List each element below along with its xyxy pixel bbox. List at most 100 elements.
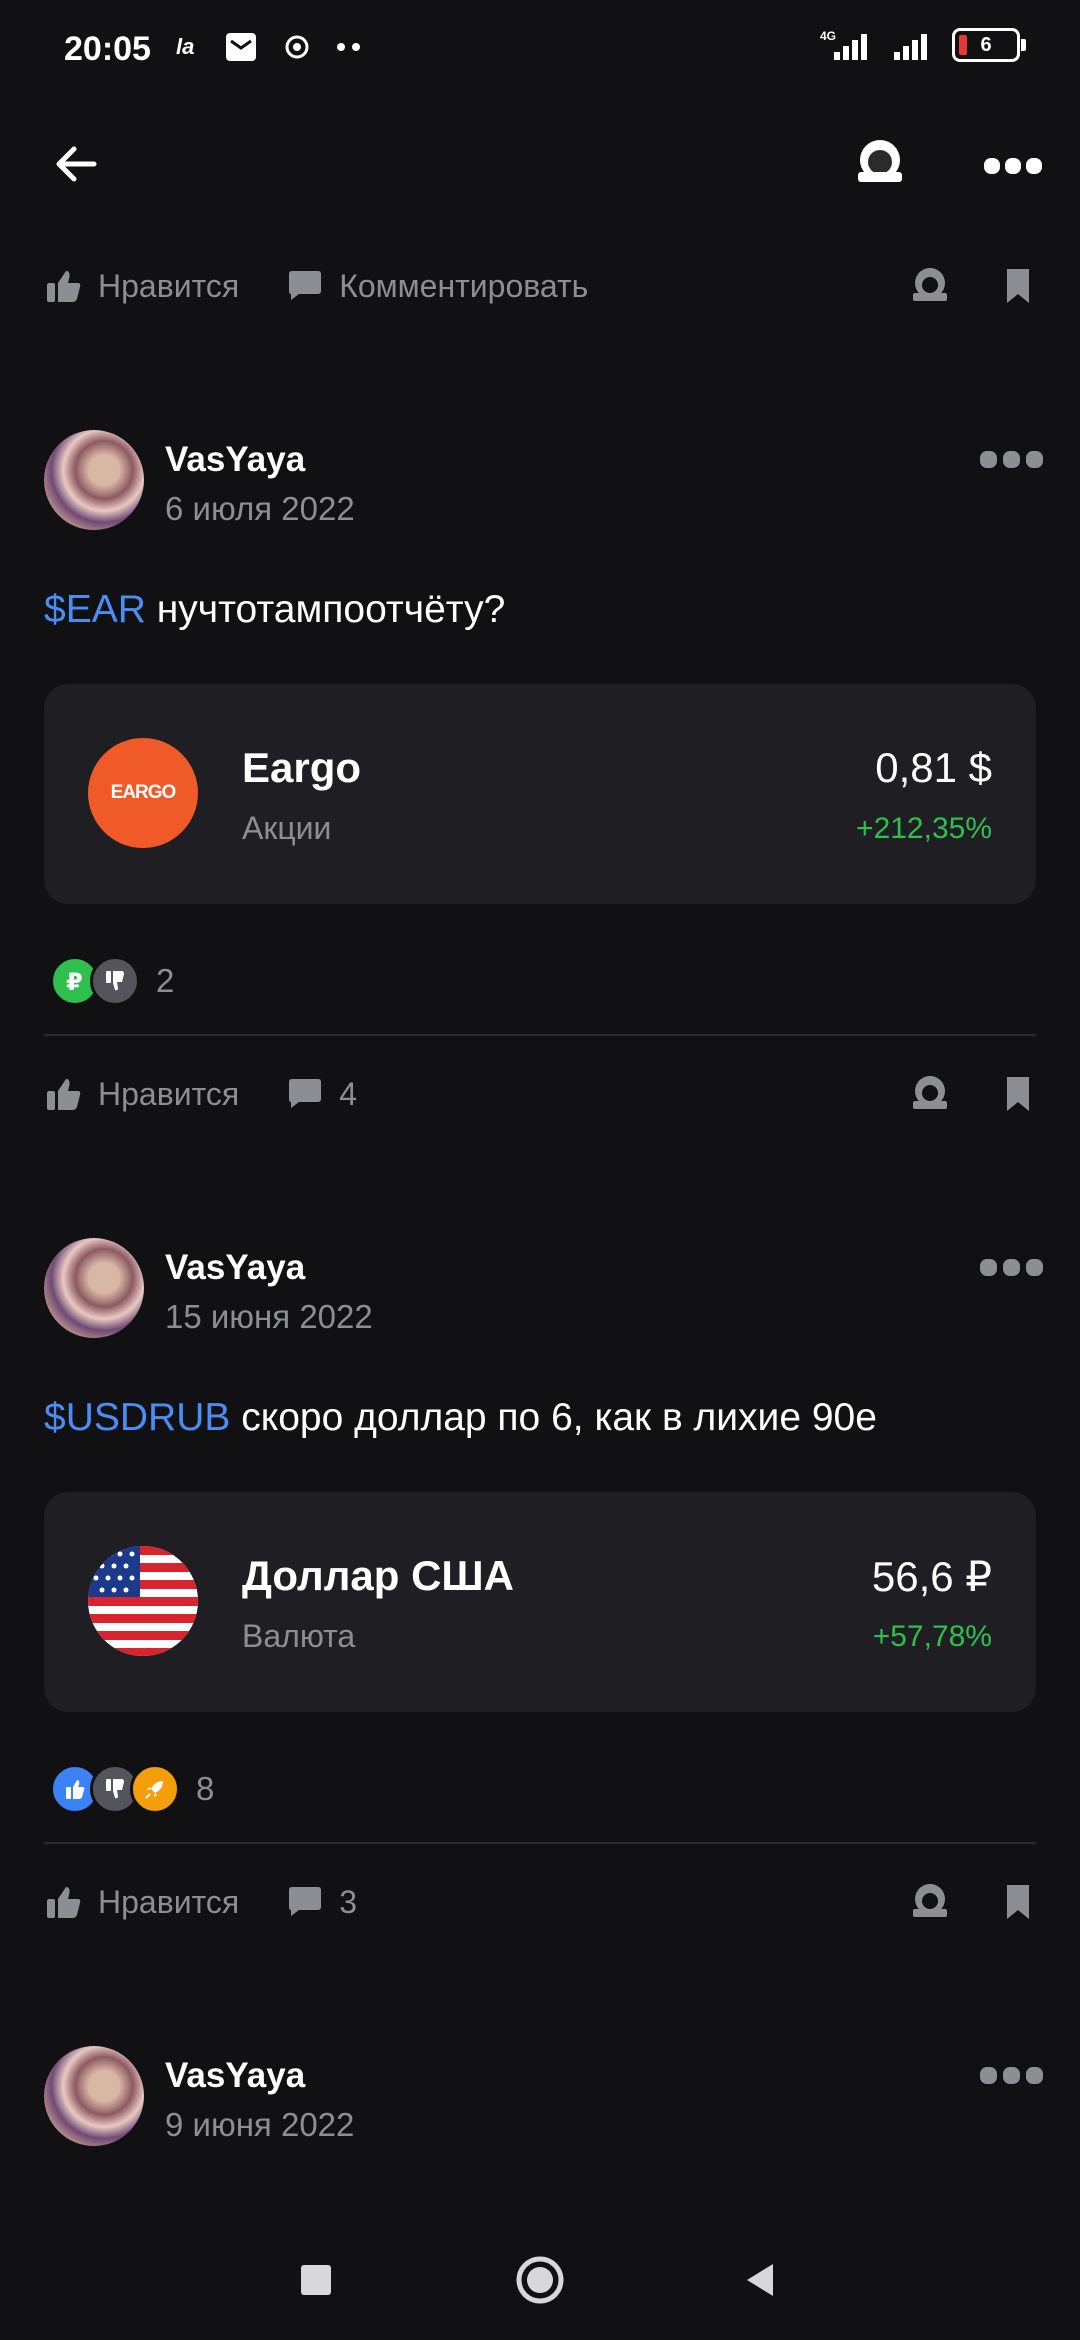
mail-icon	[226, 33, 256, 61]
action-row: Нравится Комментировать	[44, 246, 1044, 326]
signal-4g-icon: 4G	[820, 29, 867, 60]
reaction-count: 8	[196, 1770, 215, 1807]
post-more-icon[interactable]	[980, 444, 1044, 474]
comment-button[interactable]: Комментировать	[285, 266, 588, 306]
thumbs-up-icon	[47, 271, 81, 302]
asset-card[interactable]: EARGO Eargo Акции 0,81 $ +212,35%	[44, 684, 1036, 904]
la-icon: la	[176, 34, 194, 59]
post-header: VasYaya 9 июня 2022	[44, 2046, 1044, 2156]
bookmark-icon	[1007, 1077, 1029, 1111]
rocket-reaction-icon	[130, 1764, 180, 1814]
thumbs-up-icon	[47, 1887, 81, 1918]
battery-icon: 6	[952, 28, 1026, 62]
reaction-count: 2	[156, 962, 175, 999]
status-left-icons: la	[176, 30, 362, 64]
repost-icon	[913, 268, 947, 301]
thumbs-up-icon	[47, 1079, 81, 1110]
asset-type: Акции	[242, 810, 332, 846]
reactions[interactable]: 8	[50, 1764, 214, 1814]
post-date: 15 июня 2022	[165, 1298, 373, 1335]
post-more-icon[interactable]	[980, 1252, 1044, 1282]
asset-card[interactable]: Доллар США Валюта 56,6 ₽ +57,78%	[44, 1492, 1036, 1712]
repost-icon	[913, 1884, 947, 1917]
recents-button[interactable]	[286, 2250, 346, 2310]
asset-type: Валюта	[242, 1618, 356, 1654]
bookmark-button[interactable]	[990, 1066, 1046, 1122]
post-text: $USDRUB скоро доллар по 6, как в лихие 9…	[44, 1396, 877, 1440]
bookmark-icon	[1007, 1885, 1029, 1919]
comment-button[interactable]: 4	[285, 1074, 357, 1114]
logo-text: EARGO	[110, 782, 177, 803]
more-dots-icon	[337, 43, 360, 51]
action-row: Нравится 4	[44, 1054, 1044, 1134]
divider	[44, 1842, 1036, 1844]
comment-icon	[289, 1887, 322, 1916]
status-time: 20:05	[64, 30, 151, 68]
comment-icon	[289, 1079, 322, 1108]
subscribe-icon[interactable]	[850, 134, 910, 194]
asset-change: +57,78%	[872, 1620, 992, 1653]
status-bar: 20:05 la 4G 6	[0, 0, 1080, 100]
like-button[interactable]: Нравится	[44, 1882, 239, 1922]
system-nav-bar	[0, 2220, 1080, 2340]
post-body: скоро доллар по 6, как в лихие 90е	[230, 1396, 877, 1439]
like-label: Нравится	[98, 1883, 240, 1920]
like-button[interactable]: Нравится	[44, 1074, 239, 1114]
eargo-logo: EARGO	[88, 738, 198, 848]
ticker-link[interactable]: $EAR	[44, 588, 146, 631]
post-date: 6 июля 2022	[165, 490, 355, 527]
top-bar	[0, 110, 1080, 210]
thumbs-down-reaction-icon	[90, 956, 140, 1006]
bookmark-button[interactable]	[990, 1874, 1046, 1930]
more-icon[interactable]	[984, 134, 1044, 194]
status-right: 4G 6	[816, 28, 1026, 62]
repost-button[interactable]	[902, 1874, 958, 1930]
asset-price: 56,6 ₽	[871, 1553, 992, 1600]
asset-change: +212,35%	[856, 812, 992, 845]
home-button[interactable]	[510, 2250, 570, 2310]
author-name[interactable]: VasYaya	[165, 440, 305, 480]
like-button[interactable]: Нравится	[44, 266, 239, 306]
svg-text:la: la	[176, 34, 194, 59]
ticker-link[interactable]: $USDRUB	[44, 1396, 230, 1439]
reactions[interactable]: ₽ 2	[50, 956, 174, 1006]
action-row: Нравится 3	[44, 1862, 1044, 1942]
post-body: нучтотампоотчёту?	[145, 588, 506, 631]
bookmark-icon	[1007, 269, 1029, 303]
comment-count: 4	[339, 1075, 357, 1112]
post-header: VasYaya 6 июля 2022	[44, 430, 1044, 540]
comment-label: Комментировать	[339, 267, 589, 304]
avatar[interactable]	[44, 1238, 144, 1338]
avatar[interactable]	[44, 430, 144, 530]
back-arrow-icon[interactable]	[46, 134, 106, 194]
comment-button[interactable]: 3	[285, 1882, 357, 1922]
like-label: Нравится	[98, 1075, 240, 1112]
square-icon	[301, 2265, 331, 2295]
asset-price: 0,81 $	[875, 744, 992, 791]
circle-icon	[516, 2256, 564, 2304]
repost-button[interactable]	[902, 258, 958, 314]
avatar[interactable]	[44, 2046, 144, 2146]
like-label: Нравится	[98, 267, 240, 304]
author-name[interactable]: VasYaya	[165, 1248, 305, 1288]
post-header: VasYaya 15 июня 2022	[44, 1238, 1044, 1348]
comment-count: 3	[339, 1883, 357, 1920]
divider	[44, 1034, 1036, 1036]
bookmark-button[interactable]	[990, 258, 1046, 314]
comment-icon	[289, 271, 322, 300]
svg-text:4G: 4G	[820, 29, 836, 43]
repost-button[interactable]	[902, 1066, 958, 1122]
repost-icon	[913, 1076, 947, 1109]
triangle-back-icon	[747, 2264, 773, 2296]
us-flag-icon	[88, 1546, 198, 1656]
post-more-icon[interactable]	[980, 2060, 1044, 2090]
back-button[interactable]	[730, 2250, 790, 2310]
signal-icon	[894, 34, 927, 60]
asset-name: Доллар США	[242, 1552, 514, 1599]
author-name[interactable]: VasYaya	[165, 2056, 305, 2096]
post-date: 9 июня 2022	[165, 2106, 355, 2143]
svg-text:₽: ₽	[66, 968, 83, 994]
asset-name: Eargo	[242, 744, 362, 791]
post-text: $EAR нучтотампоотчёту?	[44, 588, 505, 632]
settings-icon	[285, 35, 309, 59]
